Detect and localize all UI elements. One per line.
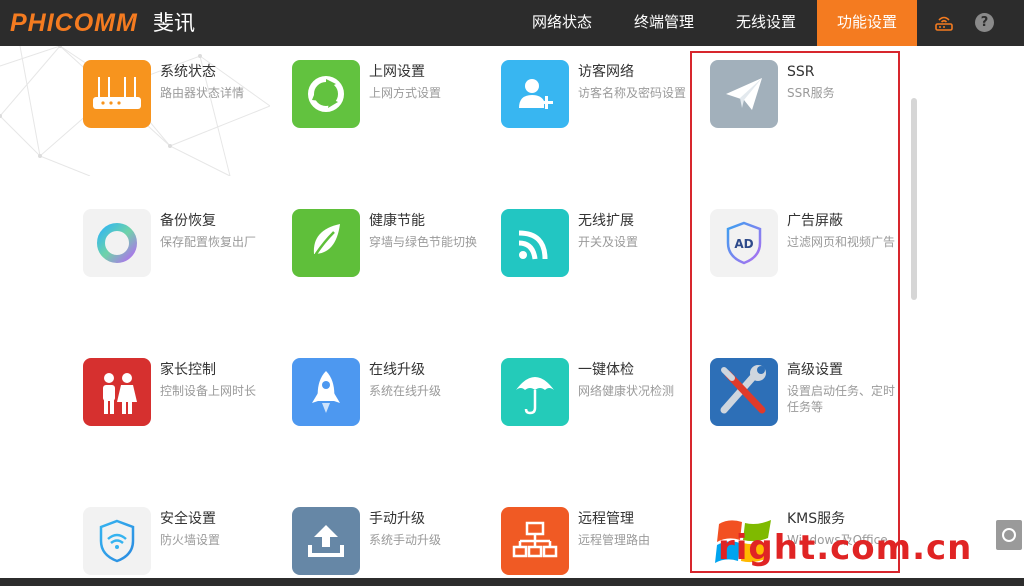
feature-advanced-settings-title[interactable]: 高级设置 [787, 361, 843, 379]
feature-wireless-extension-desc: 开关及设置 [578, 235, 639, 249]
ad-badge-text: AD [734, 237, 753, 251]
feature-advanced-settings-tile[interactable] [710, 358, 778, 426]
rocket-icon [312, 371, 340, 413]
feature-kms-service-title[interactable]: KMS服务 [787, 510, 845, 528]
family-icon [103, 373, 137, 414]
feature-ssr-tile[interactable] [710, 60, 778, 128]
umbrella-icon [516, 377, 554, 415]
feature-system-status-desc: 路由器状态详情 [160, 86, 245, 100]
feature-ssr-title[interactable]: SSR [787, 63, 815, 81]
top-nav-bar: PHICOMM 斐讯 网络状态 终端管理 无线设置 功能设置 ? [0, 0, 1024, 46]
brand-logo: PHICOMM [10, 9, 138, 37]
globe-ring-icon [308, 76, 344, 112]
headset-icon [1002, 528, 1016, 542]
feature-online-upgrade-tile[interactable] [292, 358, 360, 426]
feature-guest-network-desc: 访客名称及密码设置 [578, 86, 687, 100]
feature-wireless-extension-tile[interactable] [501, 209, 569, 277]
tab-function-settings[interactable]: 功能设置 [817, 0, 917, 46]
feature-parental-control-title[interactable]: 家长控制 [160, 361, 216, 379]
feature-ad-block-desc: 过滤网页和视频广告 [787, 235, 896, 249]
help-icon[interactable]: ? [975, 13, 994, 32]
feature-backup-restore-title[interactable]: 备份恢复 [160, 212, 216, 230]
router-icon [93, 77, 141, 109]
feature-system-status-title[interactable]: 系统状态 [160, 63, 216, 81]
feature-online-upgrade-title[interactable]: 在线升级 [369, 361, 425, 379]
feature-security-settings-tile[interactable] [83, 507, 151, 575]
feature-manual-upgrade-tile[interactable] [292, 507, 360, 575]
leaf-icon [312, 224, 340, 263]
feature-energy-saving-title[interactable]: 健康节能 [369, 212, 425, 230]
feature-system-status-tile[interactable] [83, 60, 151, 128]
feature-manual-upgrade-desc: 系统手动升级 [369, 533, 442, 547]
tab-terminal-management[interactable]: 终端管理 [620, 0, 708, 46]
tab-network-status[interactable]: 网络状态 [518, 0, 606, 46]
feature-parental-control-tile[interactable] [83, 358, 151, 426]
brand-name-cn: 斐讯 [153, 11, 195, 35]
feature-health-check-tile[interactable] [501, 358, 569, 426]
feature-ad-block-title[interactable]: 广告屏蔽 [787, 212, 843, 230]
feature-advanced-settings-desc: 设置启动任务、定时任务等 [787, 384, 896, 414]
feature-manual-upgrade-title[interactable]: 手动升级 [369, 510, 425, 528]
guest-user-icon [519, 79, 553, 109]
feature-health-check-desc: 网络健康状况检测 [578, 384, 675, 398]
feature-backup-restore-tile[interactable] [83, 209, 151, 277]
upload-icon [308, 525, 344, 557]
backup-ring-icon [97, 223, 137, 263]
feature-energy-saving-tile[interactable] [292, 209, 360, 277]
tab-wireless-settings[interactable]: 无线设置 [722, 0, 810, 46]
feature-online-upgrade-desc: 系统在线升级 [369, 384, 442, 398]
feature-health-check-title[interactable]: 一键体检 [578, 361, 634, 379]
feature-security-settings-desc: 防火墙设置 [160, 533, 221, 547]
feature-wireless-extension-title[interactable]: 无线扩展 [578, 212, 634, 230]
feature-remote-management-desc: 远程管理路由 [578, 533, 651, 547]
network-icon [512, 521, 558, 558]
tools-icon [720, 365, 766, 414]
feature-internet-settings-tile[interactable] [292, 60, 360, 128]
scrollbar-thumb[interactable] [911, 98, 917, 300]
feature-energy-saving-desc: 穿墙与绿色节能切换 [369, 235, 478, 249]
feature-guest-network-title[interactable]: 访客网络 [578, 63, 634, 81]
floating-service-button[interactable] [996, 520, 1022, 550]
wifi-signal-icon [518, 230, 548, 260]
feature-ad-block-tile[interactable]: AD [710, 209, 778, 277]
feature-remote-management-title[interactable]: 远程管理 [578, 510, 634, 528]
bottom-bar [0, 578, 1024, 586]
router-status-icon[interactable] [934, 13, 954, 33]
feature-parental-control-desc: 控制设备上网时长 [160, 384, 257, 398]
feature-guest-network-tile[interactable] [501, 60, 569, 128]
wifi-shield-icon [99, 519, 135, 563]
feature-internet-settings-desc: 上网方式设置 [369, 86, 442, 100]
highlight-box [690, 51, 900, 573]
feature-internet-settings-title[interactable]: 上网设置 [369, 63, 425, 81]
paper-plane-icon [726, 78, 762, 110]
watermark: right.com.cn [718, 528, 973, 568]
feature-remote-management-tile[interactable] [501, 507, 569, 575]
ad-shield-icon: AD [726, 221, 762, 265]
feature-ssr-desc: SSR服务 [787, 86, 835, 100]
feature-security-settings-title[interactable]: 安全设置 [160, 510, 216, 528]
feature-backup-restore-desc: 保存配置恢复出厂 [160, 235, 257, 249]
